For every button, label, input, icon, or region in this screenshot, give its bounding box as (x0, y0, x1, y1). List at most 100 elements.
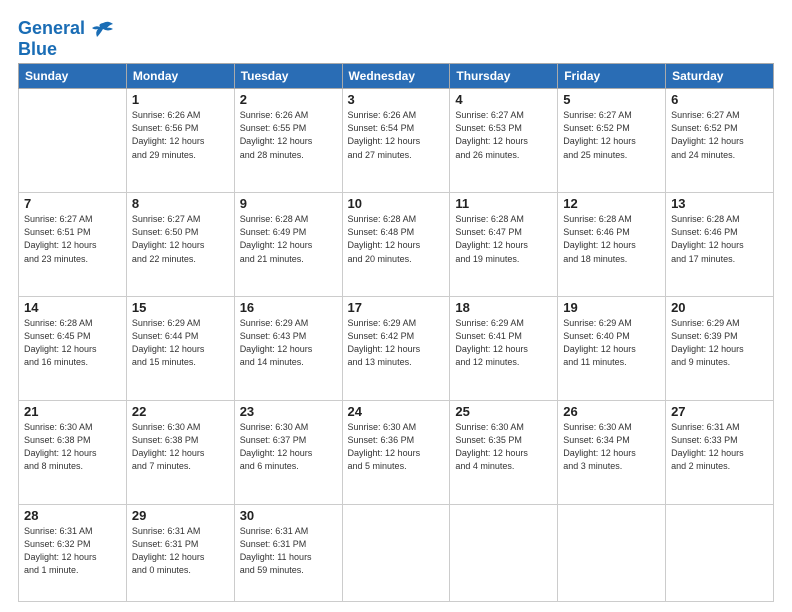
cell-info: Sunrise: 6:26 AM Sunset: 6:54 PM Dayligh… (348, 109, 445, 161)
calendar-cell: 7 Sunrise: 6:27 AM Sunset: 6:51 PM Daylig… (19, 193, 127, 297)
calendar-cell: 25 Sunrise: 6:30 AM Sunset: 6:35 PM Dayli… (450, 401, 558, 505)
calendar-cell: 1 Sunrise: 6:26 AM Sunset: 6:56 PM Daylig… (126, 89, 234, 193)
calendar-cell: 29Sunrise: 6:31 AM Sunset: 6:31 PM Dayli… (126, 505, 234, 602)
cell-info: Sunrise: 6:26 AM Sunset: 6:55 PM Dayligh… (240, 109, 337, 161)
cell-info: Sunrise: 6:30 AM Sunset: 6:36 PM Dayligh… (348, 421, 445, 473)
logo: General Blue (18, 18, 114, 59)
calendar-cell: 16 Sunrise: 6:29 AM Sunset: 6:43 PM Dayli… (234, 297, 342, 401)
week-row-3: 21 Sunrise: 6:30 AM Sunset: 6:38 PM Dayli… (19, 401, 774, 505)
day-number: 21 (24, 404, 121, 419)
calendar-cell: 18Sunrise: 6:29 AM Sunset: 6:41 PM Dayli… (450, 297, 558, 401)
day-number: 30 (240, 508, 337, 523)
calendar-cell (558, 505, 666, 602)
calendar-header-row: SundayMondayTuesdayWednesdayThursdayFrid… (19, 64, 774, 89)
calendar-cell: 17 Sunrise: 6:29 AM Sunset: 6:42 PM Dayli… (342, 297, 450, 401)
col-header-monday: Monday (126, 64, 234, 89)
cell-info: Sunrise: 6:29 AM Sunset: 6:44 PM Dayligh… (132, 317, 229, 369)
cell-info: Sunrise: 6:28 AM Sunset: 6:45 PM Dayligh… (24, 317, 121, 369)
cell-info: Sunrise: 6:31 AM Sunset: 6:33 PM Dayligh… (671, 421, 768, 473)
day-number: 2 (240, 92, 337, 107)
calendar-cell: 5Sunrise: 6:27 AM Sunset: 6:52 PM Daylig… (558, 89, 666, 193)
cell-info: Sunrise: 6:28 AM Sunset: 6:47 PM Dayligh… (455, 213, 552, 265)
calendar-cell: 2 Sunrise: 6:26 AM Sunset: 6:55 PM Daylig… (234, 89, 342, 193)
page: General Blue SundayMondayTuesdayWednesda… (0, 0, 792, 612)
header: General Blue (18, 16, 774, 59)
day-number: 5 (563, 92, 660, 107)
day-number: 4 (455, 92, 552, 107)
cell-info: Sunrise: 6:26 AM Sunset: 6:56 PM Dayligh… (132, 109, 229, 161)
calendar-cell: 22 Sunrise: 6:30 AM Sunset: 6:38 PM Dayli… (126, 401, 234, 505)
col-header-tuesday: Tuesday (234, 64, 342, 89)
calendar-cell: 15 Sunrise: 6:29 AM Sunset: 6:44 PM Dayli… (126, 297, 234, 401)
calendar-cell (342, 505, 450, 602)
calendar-cell: 11 Sunrise: 6:28 AM Sunset: 6:47 PM Dayli… (450, 193, 558, 297)
cell-info: Sunrise: 6:28 AM Sunset: 6:46 PM Dayligh… (563, 213, 660, 265)
day-number: 24 (348, 404, 445, 419)
week-row-4: 28 Sunrise: 6:31 AM Sunset: 6:32 PM Dayli… (19, 505, 774, 602)
logo-general: General (18, 18, 85, 38)
day-number: 26 (563, 404, 660, 419)
day-number: 25 (455, 404, 552, 419)
calendar-cell: 12 Sunrise: 6:28 AM Sunset: 6:46 PM Dayli… (558, 193, 666, 297)
cell-info: Sunrise: 6:30 AM Sunset: 6:34 PM Dayligh… (563, 421, 660, 473)
calendar-cell: 6 Sunrise: 6:27 AM Sunset: 6:52 PM Daylig… (666, 89, 774, 193)
week-row-0: 1 Sunrise: 6:26 AM Sunset: 6:56 PM Daylig… (19, 89, 774, 193)
day-number: 23 (240, 404, 337, 419)
calendar-cell: 23 Sunrise: 6:30 AM Sunset: 6:37 PM Dayli… (234, 401, 342, 505)
day-number: 27 (671, 404, 768, 419)
day-number: 6 (671, 92, 768, 107)
day-number: 19 (563, 300, 660, 315)
day-number: 17 (348, 300, 445, 315)
day-number: 3 (348, 92, 445, 107)
week-row-1: 7 Sunrise: 6:27 AM Sunset: 6:51 PM Daylig… (19, 193, 774, 297)
day-number: 20 (671, 300, 768, 315)
cell-info: Sunrise: 6:30 AM Sunset: 6:37 PM Dayligh… (240, 421, 337, 473)
calendar-cell: 19 Sunrise: 6:29 AM Sunset: 6:40 PM Dayli… (558, 297, 666, 401)
day-number: 13 (671, 196, 768, 211)
logo-text: General Blue (18, 18, 114, 59)
cell-info: Sunrise: 6:30 AM Sunset: 6:38 PM Dayligh… (132, 421, 229, 473)
day-number: 1 (132, 92, 229, 107)
day-number: 14 (24, 300, 121, 315)
cell-info: Sunrise: 6:29 AM Sunset: 6:43 PM Dayligh… (240, 317, 337, 369)
calendar-cell: 10Sunrise: 6:28 AM Sunset: 6:48 PM Dayli… (342, 193, 450, 297)
day-number: 12 (563, 196, 660, 211)
cell-info: Sunrise: 6:31 AM Sunset: 6:32 PM Dayligh… (24, 525, 121, 577)
col-header-saturday: Saturday (666, 64, 774, 89)
calendar-cell: 3 Sunrise: 6:26 AM Sunset: 6:54 PM Daylig… (342, 89, 450, 193)
cell-info: Sunrise: 6:28 AM Sunset: 6:48 PM Dayligh… (348, 213, 445, 265)
day-number: 16 (240, 300, 337, 315)
calendar-cell: 28 Sunrise: 6:31 AM Sunset: 6:32 PM Dayli… (19, 505, 127, 602)
calendar-cell: 27 Sunrise: 6:31 AM Sunset: 6:33 PM Dayli… (666, 401, 774, 505)
day-number: 11 (455, 196, 552, 211)
cell-info: Sunrise: 6:30 AM Sunset: 6:35 PM Dayligh… (455, 421, 552, 473)
day-number: 15 (132, 300, 229, 315)
cell-info: Sunrise: 6:27 AM Sunset: 6:53 PM Dayligh… (455, 109, 552, 161)
col-header-thursday: Thursday (450, 64, 558, 89)
day-number: 22 (132, 404, 229, 419)
day-number: 7 (24, 196, 121, 211)
week-row-2: 14 Sunrise: 6:28 AM Sunset: 6:45 PM Dayli… (19, 297, 774, 401)
calendar-cell (19, 89, 127, 193)
calendar-cell: 30Sunrise: 6:31 AM Sunset: 6:31 PM Dayli… (234, 505, 342, 602)
cell-info: Sunrise: 6:28 AM Sunset: 6:49 PM Dayligh… (240, 213, 337, 265)
calendar-cell: 8Sunrise: 6:27 AM Sunset: 6:50 PM Daylig… (126, 193, 234, 297)
logo-bird-icon (92, 20, 114, 38)
cell-info: Sunrise: 6:29 AM Sunset: 6:40 PM Dayligh… (563, 317, 660, 369)
calendar-cell: 9Sunrise: 6:28 AM Sunset: 6:49 PM Daylig… (234, 193, 342, 297)
cell-info: Sunrise: 6:27 AM Sunset: 6:52 PM Dayligh… (671, 109, 768, 161)
calendar-cell: 13Sunrise: 6:28 AM Sunset: 6:46 PM Dayli… (666, 193, 774, 297)
calendar-cell: 26 Sunrise: 6:30 AM Sunset: 6:34 PM Dayli… (558, 401, 666, 505)
cell-info: Sunrise: 6:27 AM Sunset: 6:51 PM Dayligh… (24, 213, 121, 265)
calendar-table: SundayMondayTuesdayWednesdayThursdayFrid… (18, 63, 774, 602)
calendar-cell (450, 505, 558, 602)
cell-info: Sunrise: 6:31 AM Sunset: 6:31 PM Dayligh… (132, 525, 229, 577)
cell-info: Sunrise: 6:29 AM Sunset: 6:42 PM Dayligh… (348, 317, 445, 369)
day-number: 28 (24, 508, 121, 523)
calendar-cell: 24 Sunrise: 6:30 AM Sunset: 6:36 PM Dayli… (342, 401, 450, 505)
col-header-sunday: Sunday (19, 64, 127, 89)
calendar-cell: 21 Sunrise: 6:30 AM Sunset: 6:38 PM Dayli… (19, 401, 127, 505)
cell-info: Sunrise: 6:30 AM Sunset: 6:38 PM Dayligh… (24, 421, 121, 473)
cell-info: Sunrise: 6:27 AM Sunset: 6:50 PM Dayligh… (132, 213, 229, 265)
day-number: 18 (455, 300, 552, 315)
